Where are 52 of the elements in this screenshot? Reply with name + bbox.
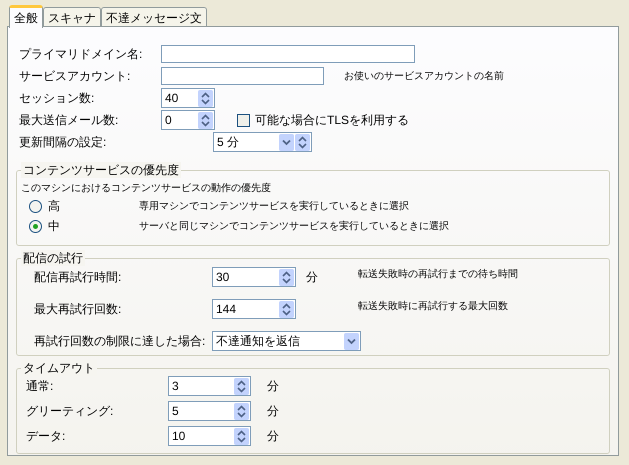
spin-field[interactable]: 10: [168, 426, 251, 446]
field-label: 配信再試行時間:: [34, 269, 122, 286]
field-label: 最大再試行回数:: [34, 301, 122, 318]
tab[interactable]: 全般: [9, 5, 43, 28]
hint-text: サーバと同じマシンでコンテンツサービスを実行しているときに選択: [139, 220, 449, 234]
spin-field[interactable]: 5: [168, 401, 251, 421]
unit-label: 分: [306, 269, 319, 286]
tab[interactable]: スキャナ: [43, 7, 101, 27]
spin-arrows-icon[interactable]: [279, 268, 294, 286]
field-label: 最大送信メール数:: [19, 112, 120, 129]
unit-label: 分: [267, 378, 279, 395]
group-title: 配信の試行: [21, 250, 85, 266]
field-label: 再試行回数の制限に達した場合:: [34, 333, 206, 350]
spin-arrows-icon[interactable]: [234, 378, 249, 394]
group-title: コンテンツサービスの優先度: [21, 162, 181, 178]
radio-button[interactable]: [29, 220, 42, 232]
text-field[interactable]: [161, 67, 324, 85]
radio-label: 高: [48, 198, 61, 215]
spin-field[interactable]: 0: [161, 110, 215, 130]
tab[interactable]: 不達メッセージ文: [101, 7, 207, 27]
spin-field[interactable]: 144: [212, 299, 296, 319]
spin-arrows-icon[interactable]: [279, 300, 294, 318]
unit-label: 分: [267, 428, 279, 445]
hint-text: 専用マシンでコンテンツサービスを実行しているときに選択: [139, 200, 409, 214]
field-label: データ:: [26, 428, 66, 445]
radio-label: 中: [48, 218, 61, 235]
spin-arrows-icon[interactable]: [198, 90, 213, 106]
spin-arrows-icon[interactable]: [295, 134, 310, 150]
hint-text: 転送失敗時に再試行する最大回数: [358, 300, 508, 314]
field-label: プライマリドメイン名:: [19, 46, 144, 63]
checkbox[interactable]: [237, 114, 250, 126]
spin-arrows-icon[interactable]: [198, 112, 213, 128]
field-label: 更新間隔の設定:: [19, 134, 108, 151]
field-label: セッション数:: [19, 90, 96, 107]
spin-field[interactable]: 30: [212, 267, 296, 287]
spin-field[interactable]: 3: [168, 376, 251, 396]
field-label: 可能な場合にTLSを利用する: [255, 112, 410, 129]
dropdown-field[interactable]: 5 分: [213, 132, 312, 152]
text-field[interactable]: [161, 45, 415, 63]
group-title: タイムアウト: [21, 360, 97, 376]
spin-arrows-icon[interactable]: [234, 428, 249, 444]
radio-button[interactable]: [29, 200, 42, 212]
spin-field[interactable]: 40: [161, 88, 215, 108]
field-label: グリーティング:: [26, 403, 114, 420]
hint-text: お使いのサービスアカウントの名前: [344, 70, 504, 84]
spin-arrows-icon[interactable]: [234, 402, 249, 420]
dropdown-field[interactable]: 不達通知を返信: [212, 331, 361, 351]
field-label: 通常:: [26, 378, 54, 395]
description-text: このマシンにおけるコンテンツサービスの動作の優先度: [21, 182, 272, 196]
hint-text: 転送失敗時の再試行までの待ち時間: [358, 268, 518, 282]
unit-label: 分: [267, 403, 279, 420]
field-label: サービスアカウント:: [19, 68, 132, 85]
